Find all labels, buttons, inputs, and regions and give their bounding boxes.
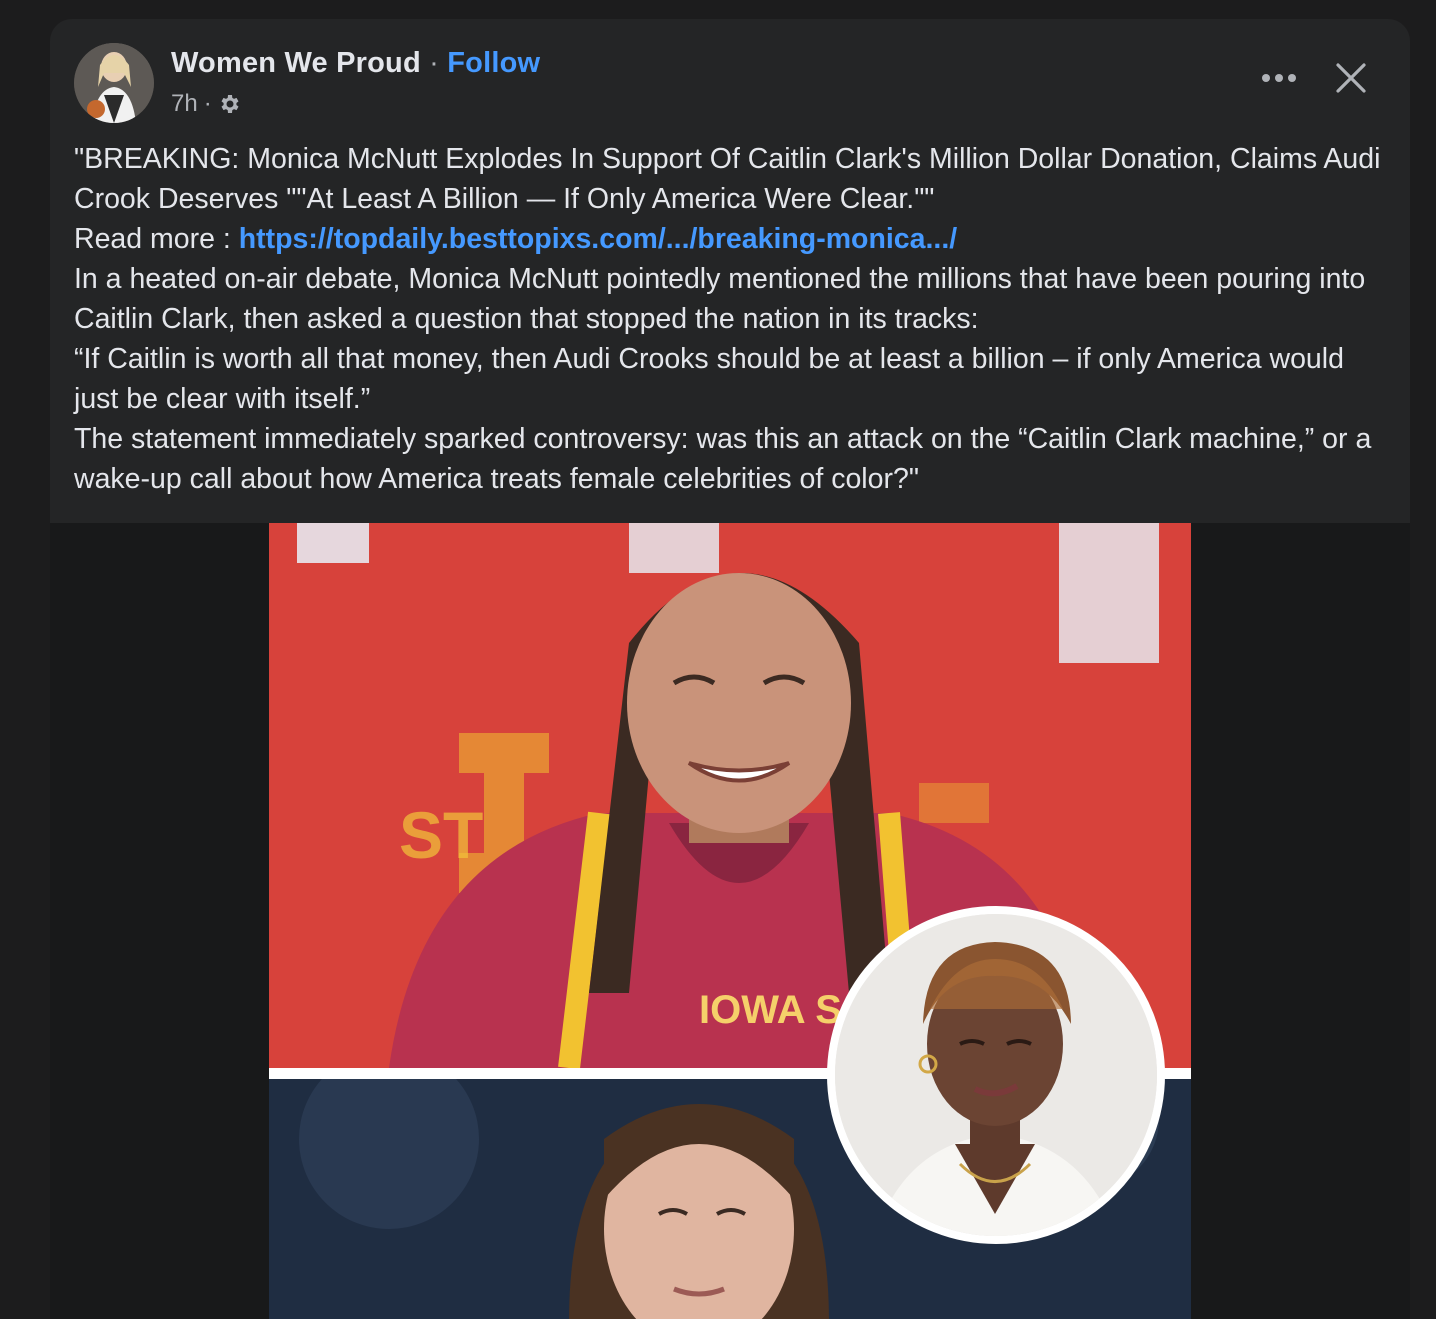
post-body: "BREAKING: Monica McNutt Explodes In Sup… <box>74 139 1384 499</box>
read-more-line: Read more : https://topdaily.besttopixs.… <box>74 219 1384 259</box>
more-horizontal-icon <box>1261 73 1297 83</box>
name-separator: · <box>429 47 439 79</box>
post-meta: 7h · <box>171 90 242 118</box>
follow-button[interactable]: Follow <box>447 47 540 79</box>
post-card: Women We Proud · Follow 7h · "BREAKING: … <box>50 19 1410 1319</box>
close-button[interactable] <box>1328 55 1374 101</box>
close-icon <box>1335 62 1367 94</box>
more-options-button[interactable] <box>1254 57 1304 99</box>
post-headline: "BREAKING: Monica McNutt Explodes In Sup… <box>74 143 1381 215</box>
page-name-line: Women We Proud · Follow <box>171 47 540 80</box>
page-name[interactable]: Women We Proud <box>171 47 421 79</box>
post-paragraph: In a heated on-air debate, Monica McNutt… <box>74 263 1366 335</box>
read-more-label: Read more : <box>74 223 231 255</box>
post-header: Women We Proud · Follow 7h · <box>50 19 1410 129</box>
post-time[interactable]: 7h <box>171 90 198 118</box>
time-separator: · <box>203 90 212 117</box>
image-jersey-name: IOWA S <box>699 988 842 1032</box>
image-jersey-text: ST <box>399 798 483 872</box>
gear-icon <box>218 92 242 116</box>
article-link[interactable]: https://topdaily.besttopixs.com/.../brea… <box>239 223 957 255</box>
inset-portrait[interactable] <box>827 906 1165 1244</box>
post-quote: “If Caitlin is worth all that money, the… <box>74 343 1344 415</box>
post-media[interactable]: ST IOWA S <box>50 523 1410 1319</box>
page-avatar[interactable] <box>74 43 154 123</box>
post-paragraph: The statement immediately sparked contro… <box>74 423 1372 495</box>
